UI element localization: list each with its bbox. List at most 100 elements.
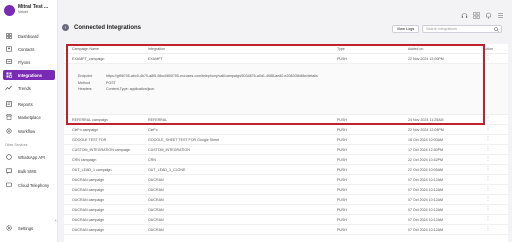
sidebar-item-flyons[interactable]: Flyons bbox=[3, 57, 55, 67]
search-input[interactable]: Search integrations bbox=[422, 25, 502, 33]
table-row[interactable]: OUT_LEAD_1 campaign OUT_LEAD_1_CLONE PUSH 2… bbox=[64, 165, 508, 175]
table-row[interactable]: CRN campaign CRN PUSH 22 Oct 2024 10:42PM ⋮ bbox=[64, 155, 508, 165]
dashboard-icon bbox=[5, 33, 12, 39]
integration-name: OUCRAN bbox=[148, 217, 164, 222]
campaign-name: CleFo campaign bbox=[72, 127, 99, 132]
sidebar-item-label: Reports bbox=[18, 101, 33, 107]
added-on: 07 Oct 2024 10:12AM bbox=[408, 207, 443, 212]
detail-row: Headers Content-Type: application/json bbox=[78, 86, 508, 93]
detail-value: POST bbox=[106, 80, 116, 85]
sidebar-item-label: Contacts bbox=[18, 46, 35, 52]
integration-type: PUSH bbox=[337, 207, 347, 212]
sidebar-item-settings[interactable]: Settings bbox=[3, 223, 55, 233]
more-options-icon[interactable]: ⋮ bbox=[468, 227, 508, 232]
more-options-icon[interactable]: ⋮ bbox=[468, 197, 508, 202]
headset-icon[interactable] bbox=[461, 6, 468, 18]
integration-type: PUSH bbox=[337, 167, 347, 172]
sidebar-item-label: WhatsApp API bbox=[18, 154, 45, 160]
top-bar bbox=[58, 0, 512, 20]
sidebar-item-label: Workflow bbox=[18, 128, 36, 134]
more-options-icon[interactable]: ⋮ bbox=[468, 157, 508, 162]
more-options-icon[interactable]: ⋮ bbox=[468, 187, 508, 192]
integration-details: Endpoint https://gf96705-abc5-4b70-a8f5-9… bbox=[64, 64, 508, 115]
integration-type: PUSH bbox=[337, 157, 347, 162]
collapse-sidebar-icon[interactable]: ‹ bbox=[55, 218, 57, 224]
campaign-name: OUT_LEAD_1 campaign bbox=[72, 167, 112, 172]
added-on: 24 Nov 2024 11:25AM bbox=[408, 117, 444, 122]
sidebar-item-bulk-sms[interactable]: Bulk SMS bbox=[3, 166, 55, 176]
added-on: 07 Oct 2024 10:12AM bbox=[408, 177, 443, 182]
bell-icon[interactable] bbox=[485, 6, 492, 19]
sidebar-item-contacts[interactable]: Contacts bbox=[3, 44, 55, 54]
sidebar-item-reports[interactable]: Reports bbox=[3, 99, 55, 109]
added-on: 07 Oct 2024 10:12AM bbox=[408, 217, 443, 222]
more-options-icon[interactable]: ⋮ bbox=[468, 147, 508, 152]
apps-icon[interactable] bbox=[473, 6, 480, 19]
sidebar-item-integrations[interactable]: Integrations bbox=[3, 70, 55, 80]
added-on: 18 Oct 2024 10:00AM bbox=[408, 137, 443, 142]
integration-type: PUSH bbox=[337, 177, 347, 182]
table-row[interactable]: OUCRAN campaign OUCRAN PUSH 07 Oct 2024 10:… bbox=[64, 225, 508, 235]
integrations-table: Campaign Name Integration Type Added on … bbox=[64, 44, 508, 242]
integration-name: OUCRAN bbox=[148, 197, 164, 202]
table-row[interactable]: GOOGLE TEST FOR GOOGLE_SHEET TEST FOR Goo… bbox=[64, 135, 508, 145]
column-header[interactable]: Added on bbox=[408, 47, 468, 51]
integration-name: OUCRAN bbox=[148, 207, 164, 212]
table-row[interactable]: CleFo campaign CleFo PUSH 22 Nov 2024 12:04… bbox=[64, 125, 508, 135]
menu-icon[interactable] bbox=[497, 6, 504, 18]
more-options-icon[interactable]: ⋮ bbox=[468, 137, 508, 142]
more-options-icon[interactable]: ⋮ bbox=[468, 117, 508, 122]
table-header: Campaign Name Integration Type Added on … bbox=[64, 44, 508, 54]
sidebar-item-label: Flyons bbox=[18, 59, 31, 65]
sidebar-item-whatsapp-api[interactable]: WhatsApp API bbox=[3, 152, 55, 162]
back-icon[interactable]: ‹ bbox=[62, 24, 69, 31]
sidebar-item-workflow[interactable]: Workflow bbox=[3, 126, 55, 136]
integration-type: PUSH bbox=[337, 147, 347, 152]
more-options-icon[interactable]: ⋮ bbox=[468, 56, 508, 61]
more-options-icon[interactable]: ⋮ bbox=[468, 127, 508, 132]
added-on: 22 Nov 2024 12:04PM bbox=[408, 127, 444, 132]
table-row[interactable]: EXAMPT_campaign EXAMPT PUSH 22 Nov 2024 … bbox=[64, 54, 508, 64]
table-row[interactable]: CUSTOM_INTEGRATION campaign CUSTOM_INTEGR… bbox=[64, 145, 508, 155]
table-row[interactable]: OUCRAN campaign OUCRAN PUSH 07 Oct 2024 10:… bbox=[64, 215, 508, 225]
more-options-icon[interactable]: ⋮ bbox=[468, 207, 508, 212]
campaign-name: OUCRAN campaign bbox=[72, 217, 105, 222]
view-logs-button[interactable]: View Logs bbox=[392, 25, 419, 33]
campaign-name: OUCRAN campaign bbox=[72, 177, 105, 182]
sidebar-item-label: Dashboard bbox=[18, 33, 39, 39]
campaign-name: CUSTOM_INTEGRATION campaign bbox=[72, 147, 131, 152]
table-row[interactable]: REFERRAL campaign REFERRAL PUSH 24 Nov 2024… bbox=[64, 115, 508, 125]
page-header: ‹ Connected Integrations bbox=[62, 24, 141, 31]
table-row[interactable]: OUCRAN campaign OUCRAN PUSH 07 Oct 2024 10:… bbox=[64, 195, 508, 205]
brand: Mitral Test ... Velvet bbox=[4, 4, 48, 16]
integration-name: CRN bbox=[148, 157, 156, 162]
integration-name: REFERRAL bbox=[148, 117, 168, 122]
integration-type: PUSH bbox=[337, 127, 347, 132]
integration-name: CleFo bbox=[148, 127, 158, 132]
trend-icon bbox=[5, 85, 12, 91]
table-row[interactable]: OUCRAN campaign OUCRAN PUSH 07 Oct 2024 10:… bbox=[64, 205, 508, 215]
more-options-icon[interactable]: ⋮ bbox=[468, 217, 508, 222]
table-row[interactable]: OUCRAN campaign OUCRAN PUSH 07 Oct 2024 10:… bbox=[64, 185, 508, 195]
reports-icon bbox=[5, 101, 12, 107]
sidebar-item-dashboard[interactable]: Dashboard bbox=[3, 31, 55, 41]
table-row[interactable]: OUCRAN campaign OUCRAN PUSH 07 Oct 2024 10:… bbox=[64, 175, 508, 185]
sidebar-item-cloud-telephony[interactable]: Cloud Telephony bbox=[3, 180, 55, 190]
sidebar-item-trends[interactable]: Trends bbox=[3, 83, 55, 93]
campaign-name: OUCRAN campaign bbox=[72, 227, 105, 232]
more-options-icon[interactable]: ⋮ bbox=[468, 177, 508, 182]
sidebar: Mitral Test ... Velvet Dashboard Contact… bbox=[0, 0, 58, 242]
sidebar-item-label: Settings bbox=[18, 225, 34, 231]
workflow-icon bbox=[5, 128, 12, 134]
sidebar-item-label: Trends bbox=[18, 85, 31, 91]
integration-name: OUCRAN bbox=[148, 177, 164, 182]
detail-value: Content-Type: application/json bbox=[106, 87, 155, 92]
search-placeholder: Search integrations bbox=[426, 27, 457, 31]
added-on: 07 Oct 2024 10:12AM bbox=[408, 197, 443, 202]
integration-type: PUSH bbox=[337, 197, 347, 202]
campaign-name: OUCRAN campaign bbox=[72, 187, 105, 192]
added-on: 07 Oct 2024 10:12AM bbox=[408, 187, 443, 192]
column-header: Campaign Name bbox=[72, 46, 99, 51]
more-options-icon[interactable]: ⋮ bbox=[468, 167, 508, 172]
sidebar-item-marketplace[interactable]: Marketplace bbox=[3, 112, 55, 122]
